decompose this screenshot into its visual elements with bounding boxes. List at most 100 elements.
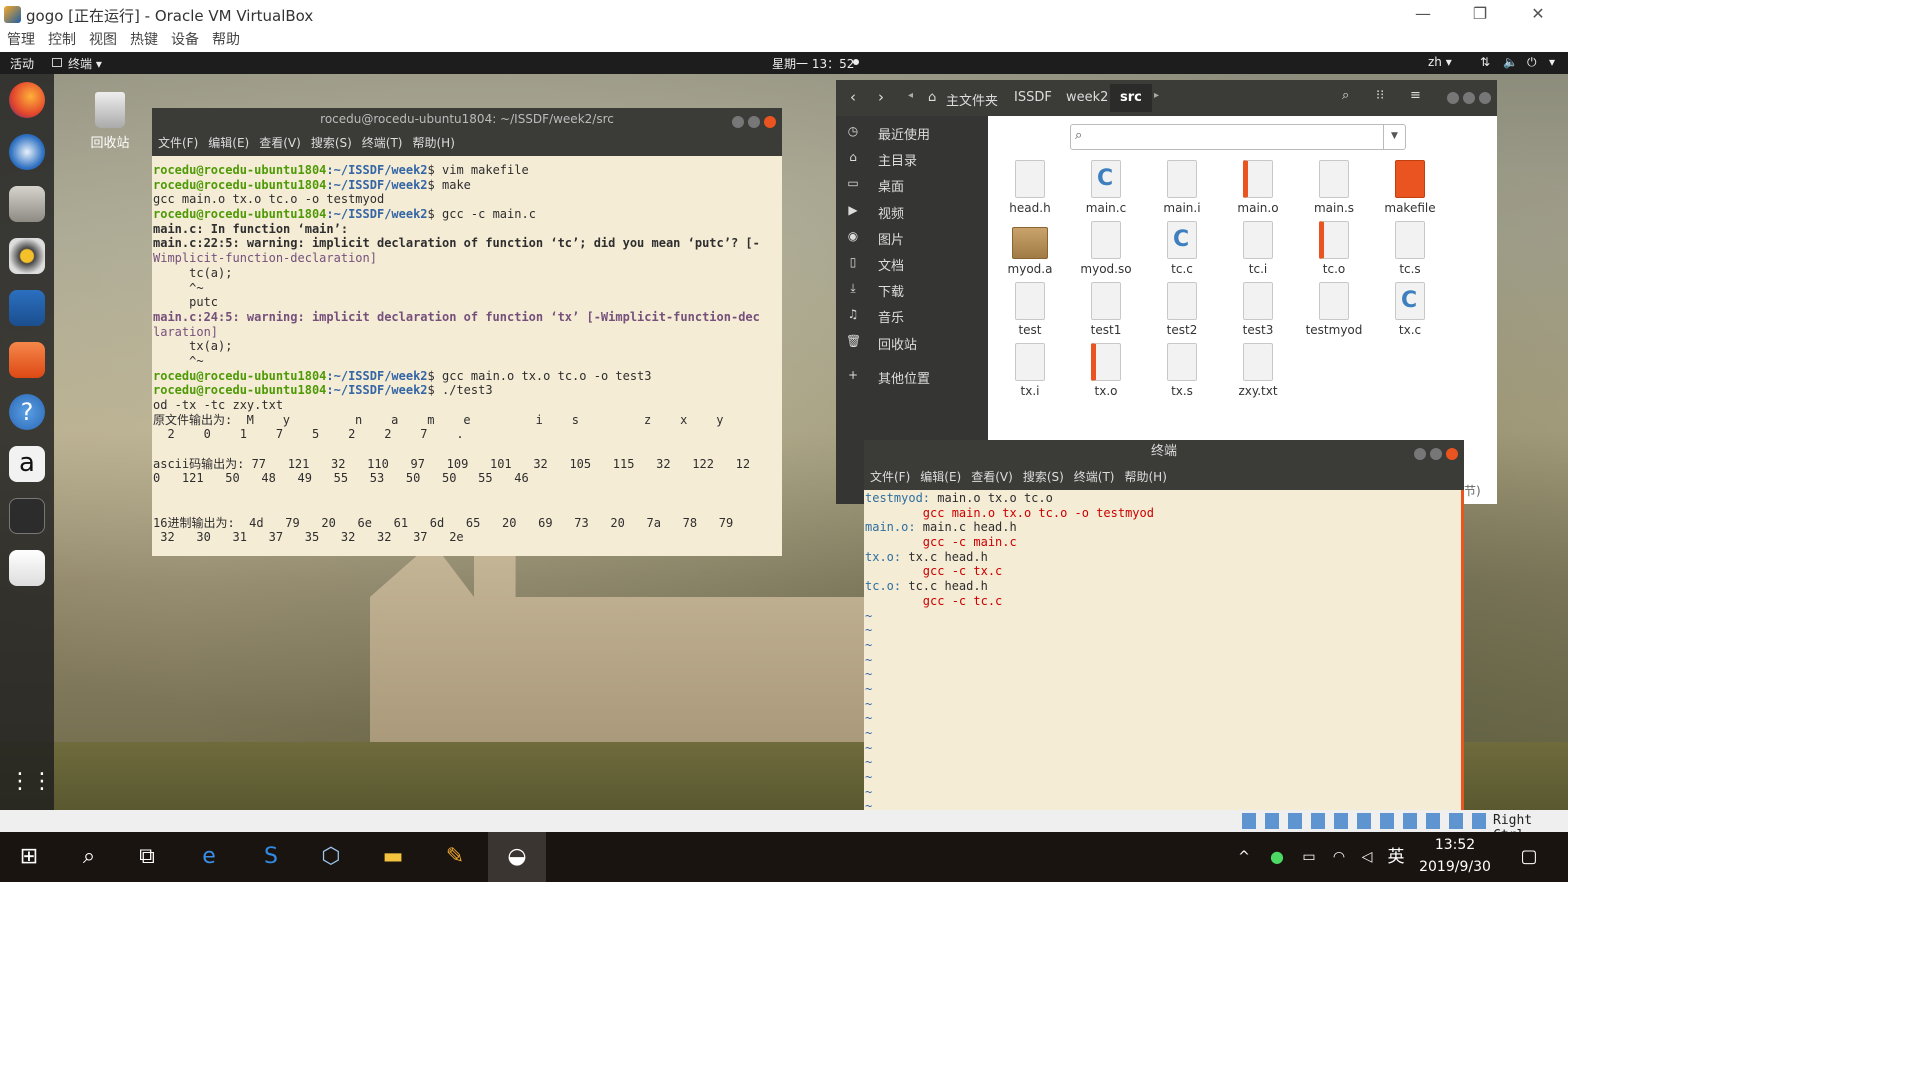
files-close-icon[interactable] (1479, 92, 1491, 104)
files-icon[interactable] (9, 186, 45, 222)
activities-button[interactable]: 活动 (10, 55, 34, 72)
file-explorer-icon[interactable]: ▬ (364, 832, 422, 882)
menu-view[interactable]: 视图 (89, 30, 117, 50)
forward-icon[interactable]: › (878, 88, 884, 106)
terminal1-output[interactable]: rocedu@rocedu-ubuntu1804:~/ISSDF/week2$ … (152, 156, 782, 556)
thunderbird-icon[interactable] (9, 134, 45, 170)
wifi-icon[interactable]: ◠ (1324, 832, 1354, 882)
file-item[interactable]: head.h (994, 160, 1066, 215)
file-item[interactable]: testmyod (1298, 282, 1370, 337)
back-icon[interactable]: ‹ (850, 88, 856, 106)
restore-button[interactable]: ❐ (1460, 4, 1500, 23)
terminal1-titlebar[interactable]: rocedu@rocedu-ubuntu1804: ~/ISSDF/week2/… (152, 108, 782, 130)
crumb-home[interactable]: 主文件夹 (946, 90, 998, 109)
file-item[interactable]: test1 (1070, 282, 1142, 337)
app-menu[interactable]: 终端 ▾ (68, 55, 102, 72)
paint-icon[interactable]: ✎ (426, 832, 484, 882)
terminal-dock-icon[interactable] (9, 498, 45, 534)
file-item[interactable]: tc.c (1146, 221, 1218, 276)
tray-expand-icon[interactable]: ^ (1232, 832, 1256, 882)
file-item[interactable]: tc.s (1374, 221, 1446, 276)
sogou-icon[interactable]: S (242, 832, 300, 882)
terminal1-minimize-icon[interactable] (732, 116, 744, 128)
device-status-icons[interactable] (1242, 813, 1487, 829)
amazon-icon[interactable]: a (9, 446, 45, 482)
sidebar-item[interactable]: ▶ 视频 (836, 199, 988, 225)
software-icon[interactable] (9, 342, 45, 378)
t2-menu-terminal[interactable]: 终端(T) (1074, 466, 1115, 488)
edge-icon[interactable]: e (180, 832, 238, 882)
file-item[interactable]: makefile (1374, 160, 1446, 215)
menu-control[interactable]: 控制 (48, 30, 76, 50)
volume-icon[interactable]: 🔈 (1503, 55, 1518, 69)
active-app-icon[interactable]: ◒ (488, 832, 546, 882)
view-toggle-icon[interactable]: ⁝⁝ (1376, 88, 1384, 103)
virtualbox-taskbar-icon[interactable]: ⬡ (302, 832, 360, 882)
crumb-week2[interactable]: week2 (1066, 90, 1108, 105)
menu-manage[interactable]: 管理 (7, 30, 35, 50)
vim-editor[interactable]: testmyod: main.o tx.o tc.o gcc main.o tx… (864, 490, 1464, 810)
taskbar-date[interactable]: 2019/9/30 (1412, 859, 1498, 875)
sidebar-item[interactable]: + 其他位置 (836, 364, 988, 390)
t2-menu-file[interactable]: 文件(F) (870, 466, 910, 488)
power-icon[interactable]: ⏻ (1527, 55, 1537, 70)
hamburger-menu-icon[interactable]: ≡ (1410, 88, 1421, 103)
minimize-button[interactable]: — (1403, 4, 1443, 23)
file-item[interactable]: myod.a (994, 221, 1066, 276)
menu-devices[interactable]: 设备 (171, 30, 199, 50)
system-menu-arrow-icon[interactable]: ▾ (1549, 55, 1555, 69)
show-apps-icon[interactable]: ⋮⋮ (9, 764, 53, 800)
file-item[interactable]: tx.i (994, 343, 1066, 398)
terminal1-maximize-icon[interactable] (748, 116, 760, 128)
file-item[interactable]: tc.o (1298, 221, 1370, 276)
battery-icon[interactable]: ▭ (1294, 832, 1324, 882)
text-editor-icon[interactable] (9, 550, 45, 586)
file-item[interactable]: zxy.txt (1222, 343, 1294, 398)
windows-start-icon[interactable]: ⊞ (0, 832, 58, 882)
t1-menu-file[interactable]: 文件(F) (158, 132, 198, 154)
search-dropdown-icon[interactable]: ▼ (1383, 125, 1405, 149)
path-left-icon[interactable]: ◂ (908, 90, 913, 101)
terminal2-maximize-icon[interactable] (1430, 448, 1442, 460)
file-item[interactable]: tx.s (1146, 343, 1218, 398)
file-item[interactable]: tx.o (1070, 343, 1142, 398)
menu-hotkeys[interactable]: 热键 (130, 30, 158, 50)
file-item[interactable]: main.c (1070, 160, 1142, 215)
file-item[interactable]: main.o (1222, 160, 1294, 215)
t2-menu-edit[interactable]: 编辑(E) (920, 466, 961, 488)
file-item[interactable]: tc.i (1222, 221, 1294, 276)
file-item[interactable]: tx.c (1374, 282, 1446, 337)
file-item[interactable]: test (994, 282, 1066, 337)
search-icon[interactable]: ⌕ (1342, 88, 1349, 103)
t1-menu-view[interactable]: 查看(V) (259, 132, 301, 154)
crumb-issdf[interactable]: ISSDF (1014, 90, 1052, 105)
t1-menu-help[interactable]: 帮助(H) (413, 132, 455, 154)
terminal1-close-icon[interactable] (764, 116, 776, 128)
t2-menu-help[interactable]: 帮助(H) (1125, 466, 1167, 488)
clock[interactable]: 星期一 13：52 (772, 55, 854, 72)
ime-indicator[interactable]: 英 (1382, 832, 1410, 882)
sidebar-item[interactable]: ♫ 音乐 (836, 303, 988, 329)
terminal2-minimize-icon[interactable] (1414, 448, 1426, 460)
file-item[interactable]: main.s (1298, 160, 1370, 215)
sidebar-item[interactable]: ▭ 桌面 (836, 172, 988, 198)
search-taskbar-icon[interactable]: ⌕ (60, 832, 118, 882)
writer-icon[interactable] (9, 290, 45, 326)
rhythmbox-icon[interactable] (9, 238, 45, 274)
task-view-icon[interactable]: ⧉ (118, 832, 176, 882)
t2-menu-search[interactable]: 搜索(S) (1023, 466, 1064, 488)
input-method-indicator[interactable]: zh ▾ (1428, 55, 1452, 69)
path-right-icon[interactable]: ▸ (1154, 90, 1159, 101)
t1-menu-search[interactable]: 搜索(S) (311, 132, 352, 154)
speaker-icon[interactable]: ◁ (1352, 832, 1382, 882)
file-item[interactable]: test3 (1222, 282, 1294, 337)
sidebar-item[interactable]: ◷ 最近使用 (836, 120, 988, 146)
taskbar-time[interactable]: 13:52 (1412, 837, 1498, 853)
sidebar-item[interactable]: ▯ 文档 (836, 251, 988, 277)
files-minimize-icon[interactable] (1447, 92, 1459, 104)
t1-menu-edit[interactable]: 编辑(E) (208, 132, 249, 154)
menu-help[interactable]: 帮助 (212, 30, 240, 50)
wechat-icon[interactable]: ● (1262, 832, 1292, 882)
sidebar-item[interactable]: ⌂ 主目录 (836, 146, 988, 172)
terminal2-close-icon[interactable] (1446, 448, 1458, 460)
